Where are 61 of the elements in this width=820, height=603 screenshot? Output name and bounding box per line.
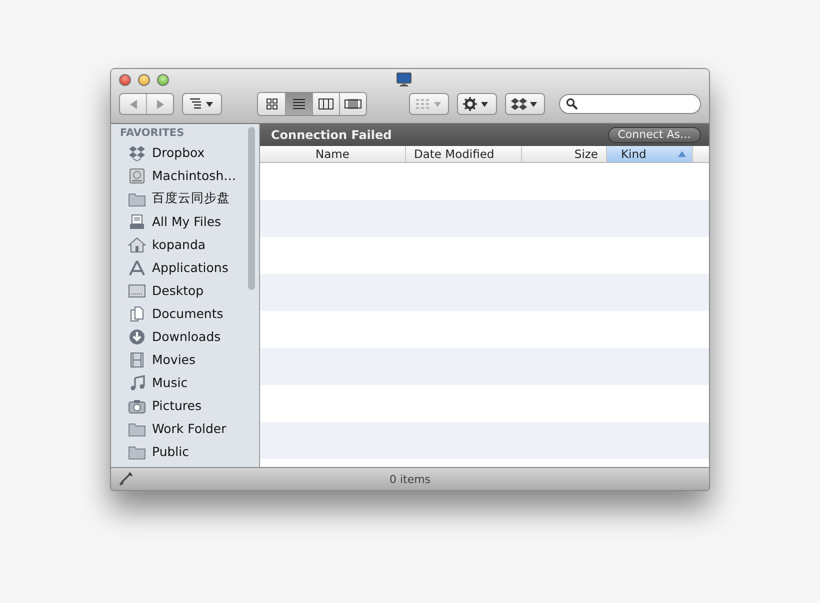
grid-menu-icon bbox=[415, 98, 443, 110]
list-menu-icon bbox=[189, 98, 215, 110]
forward-icon bbox=[156, 98, 164, 110]
icon-view-button[interactable] bbox=[258, 93, 285, 115]
folder-icon bbox=[128, 420, 146, 436]
column-header[interactable]: Name bbox=[260, 146, 406, 162]
pencil-icon[interactable] bbox=[119, 472, 133, 486]
zoom-button[interactable] bbox=[157, 74, 169, 86]
action-menu-button[interactable] bbox=[457, 93, 497, 115]
item-count: 0 items bbox=[389, 472, 431, 486]
dropbox-menu-icon bbox=[511, 97, 539, 111]
sidebar-item[interactable]: 百度云同步盘 bbox=[111, 187, 247, 210]
list-icon bbox=[292, 98, 306, 110]
sidebar-item[interactable]: Desktop bbox=[111, 279, 247, 302]
computer-icon bbox=[396, 72, 412, 87]
sidebar-item[interactable]: Machintosh… bbox=[111, 164, 247, 187]
arrange-menu-button[interactable] bbox=[182, 93, 222, 115]
columns-icon bbox=[318, 98, 334, 110]
sidebar-item[interactable]: Documents bbox=[111, 302, 247, 325]
music-note-icon bbox=[128, 374, 146, 390]
sidebar-item[interactable]: Public bbox=[111, 440, 247, 463]
sidebar-heading: FAVORITES bbox=[119, 126, 186, 141]
dropbox-icon bbox=[128, 144, 146, 160]
list-view-button[interactable] bbox=[285, 93, 312, 115]
sidebar-item[interactable]: Applications bbox=[111, 256, 247, 279]
sidebar-item[interactable]: All My Files bbox=[111, 210, 247, 233]
dropbox-menu-button[interactable] bbox=[505, 93, 545, 115]
camera-icon bbox=[128, 398, 146, 414]
sidebar-item[interactable]: Dropbox bbox=[111, 141, 247, 164]
back-forward-control[interactable] bbox=[119, 93, 174, 115]
gear-menu-icon bbox=[463, 97, 491, 111]
sidebar-item[interactable]: Music bbox=[111, 371, 247, 394]
grid-icon bbox=[266, 98, 278, 110]
minimize-button[interactable] bbox=[138, 74, 150, 86]
sidebar-item[interactable]: kopanda bbox=[111, 233, 247, 256]
desktop-icon bbox=[128, 282, 146, 298]
folder-icon bbox=[128, 190, 146, 206]
search-field[interactable] bbox=[559, 94, 701, 114]
sort-ascending-icon bbox=[678, 151, 686, 157]
search-icon bbox=[566, 98, 578, 110]
documents-icon bbox=[128, 306, 146, 322]
sidebar-item[interactable]: Downloads bbox=[111, 325, 247, 348]
back-icon bbox=[128, 98, 138, 110]
sidebar-item[interactable]: Pictures bbox=[111, 394, 247, 417]
download-icon bbox=[128, 328, 146, 344]
view-mode-control[interactable] bbox=[257, 92, 367, 116]
cover-flow-icon bbox=[344, 98, 362, 110]
film-icon bbox=[128, 352, 146, 368]
column-header[interactable]: Kind bbox=[607, 146, 693, 162]
files-icon bbox=[128, 214, 146, 230]
folder-icon bbox=[128, 444, 146, 460]
home-icon bbox=[128, 236, 146, 252]
sidebar-item[interactable]: Work Folder bbox=[111, 417, 247, 440]
sidebar-item[interactable]: Movies bbox=[111, 348, 247, 371]
cover-flow-button[interactable] bbox=[339, 93, 366, 115]
connect-as-button[interactable]: Connect As… bbox=[608, 127, 701, 143]
applications-icon bbox=[128, 260, 146, 276]
column-header[interactable]: Date Modified bbox=[406, 146, 522, 162]
column-view-button[interactable] bbox=[312, 93, 339, 115]
close-button[interactable] bbox=[119, 74, 131, 86]
connection-message: Connection Failed bbox=[271, 128, 392, 142]
